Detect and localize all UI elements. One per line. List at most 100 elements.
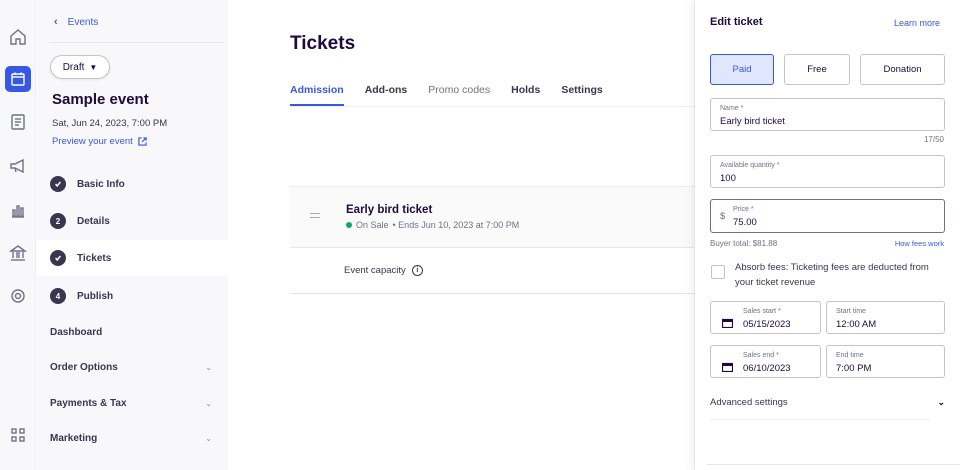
tab-promo-codes[interactable]: Promo codes	[428, 84, 490, 106]
edit-ticket-panel: Edit ticket Learn more Paid Free Donatio…	[694, 0, 960, 470]
ticket-type-donation[interactable]: Donation	[860, 54, 945, 85]
field-label: Sales end *	[743, 352, 779, 359]
reports-icon[interactable]	[8, 200, 28, 220]
quantity-field[interactable]: Available quantity * 100	[710, 155, 945, 188]
calendar-icon[interactable]	[5, 66, 31, 92]
divider	[707, 464, 960, 465]
step-number-badge: 4	[50, 288, 66, 304]
field-value: 05/15/2023	[743, 319, 791, 330]
tab-bar: Admission Add-ons Promo codes Holds Sett…	[290, 84, 603, 106]
step-number-badge: 2	[50, 213, 66, 229]
chevron-down-icon: ⌄	[205, 434, 212, 443]
divider	[49, 42, 224, 43]
status-dot-icon	[346, 222, 352, 228]
calendar-icon	[721, 359, 734, 373]
back-to-events-link[interactable]: ‹ Events	[54, 16, 98, 28]
advanced-settings-toggle[interactable]: Advanced settings ⌄	[710, 397, 945, 408]
field-label: End time	[836, 352, 864, 359]
tab-admission[interactable]: Admission	[290, 84, 344, 106]
event-date: Sat, Jun 24, 2023, 7:00 PM	[52, 118, 168, 129]
step-label: Details	[77, 215, 110, 227]
how-fees-work-link[interactable]: How fees work	[895, 239, 944, 248]
settings-icon[interactable]	[8, 286, 28, 306]
panel-title: Edit ticket	[710, 16, 763, 28]
price-field[interactable]: $ Price * 75.00	[710, 199, 945, 233]
tab-settings[interactable]: Settings	[561, 84, 602, 106]
preview-label: Preview your event	[52, 136, 133, 147]
event-capacity-row: Event capacity i	[290, 248, 694, 294]
calendar-icon	[721, 315, 734, 329]
field-value: 12:00 AM	[836, 319, 877, 330]
absorb-fees-checkbox[interactable]	[711, 265, 725, 279]
icon-rail	[0, 0, 36, 470]
status-label: Draft	[62, 61, 85, 73]
end-time-field[interactable]: End time 7:00 PM	[826, 345, 945, 378]
ticket-status: On Sale • Ends Jun 10, 2023 at 7:00 PM	[346, 220, 519, 230]
sidebar-item-order-options[interactable]: Order Options ⌄	[50, 362, 212, 373]
absorb-fees-label: Absorb fees: Ticketing fees are deducted…	[735, 262, 929, 288]
field-label: Price *	[733, 206, 754, 213]
advanced-settings-label: Advanced settings	[710, 397, 788, 408]
field-value: 100	[720, 173, 736, 184]
sales-start-field[interactable]: Sales start * 05/15/2023	[710, 301, 821, 334]
field-label: Start time	[836, 308, 866, 315]
sidebar-item-dashboard[interactable]: Dashboard	[50, 327, 212, 338]
info-icon[interactable]: i	[411, 265, 423, 276]
sidebar-item-payments-tax[interactable]: Payments & Tax ⌄	[50, 398, 212, 409]
home-icon[interactable]	[8, 27, 28, 47]
preview-event-link[interactable]: Preview your event	[52, 136, 147, 147]
page-title: Tickets	[290, 33, 356, 54]
chevron-left-icon: ‹	[54, 16, 58, 28]
event-title: Sample event	[52, 91, 149, 108]
status-dropdown[interactable]: Draft ▼	[50, 55, 110, 79]
step-label: Basic Info	[77, 178, 125, 190]
sidebar-item-marketing[interactable]: Marketing ⌄	[50, 433, 212, 444]
event-sidebar: ‹ Events Draft ▼ Sample event Sat, Jun 2…	[37, 0, 228, 470]
step-publish[interactable]: 4 Publish	[37, 278, 228, 314]
orders-icon[interactable]	[8, 112, 28, 132]
chevron-down-icon: ⌄	[205, 363, 212, 372]
chevron-down-icon: ⌄	[937, 397, 945, 407]
drag-handle-icon[interactable]	[310, 213, 320, 221]
back-label: Events	[67, 16, 99, 28]
ticket-type-free[interactable]: Free	[784, 54, 850, 85]
buyer-total: Buyer total: $81.88	[710, 239, 778, 248]
start-time-field[interactable]: Start time 12:00 AM	[826, 301, 945, 334]
tab-holds[interactable]: Holds	[511, 84, 540, 106]
sidebar-item-label: Payments & Tax	[50, 398, 127, 409]
chevron-down-icon: ⌄	[205, 399, 212, 408]
tab-add-ons[interactable]: Add-ons	[365, 84, 408, 106]
field-value: Early bird ticket	[720, 116, 785, 127]
name-field[interactable]: Name * Early bird ticket	[710, 98, 945, 131]
megaphone-icon[interactable]	[8, 156, 28, 176]
field-label: Available quantity *	[720, 162, 780, 169]
step-basic-info[interactable]: Basic Info	[37, 166, 228, 202]
sidebar-item-label: Dashboard	[50, 327, 103, 338]
ticket-row[interactable]: Early bird ticket On Sale • Ends Jun 10,…	[290, 186, 694, 248]
ticket-type-paid[interactable]: Paid	[710, 54, 774, 85]
status-label: On Sale	[356, 220, 389, 230]
check-icon	[50, 250, 66, 266]
finance-icon[interactable]	[8, 243, 28, 263]
sales-end-field[interactable]: Sales end * 06/10/2023	[710, 345, 821, 378]
ticket-name: Early bird ticket	[346, 204, 433, 216]
check-icon	[50, 176, 66, 192]
learn-more-link[interactable]: Learn more	[894, 18, 940, 28]
step-details[interactable]: 2 Details	[37, 203, 228, 239]
character-counter: 17/50	[923, 135, 944, 144]
step-label: Tickets	[77, 252, 112, 264]
currency-symbol: $	[720, 211, 726, 222]
divider	[290, 106, 694, 107]
apps-icon[interactable]	[8, 425, 28, 445]
field-value: 06/10/2023	[743, 363, 791, 374]
sidebar-item-label: Marketing	[50, 433, 98, 444]
step-tickets[interactable]: Tickets	[37, 240, 228, 276]
main-content: Tickets Admission Add-ons Promo codes Ho…	[228, 0, 694, 470]
field-label: Sales start *	[743, 308, 781, 315]
external-link-icon	[138, 137, 147, 146]
divider	[710, 419, 930, 420]
field-value: 75.00	[733, 217, 757, 228]
event-capacity: Event capacity i	[344, 265, 423, 276]
field-value: 7:00 PM	[836, 363, 872, 374]
capacity-label: Event capacity	[344, 265, 406, 276]
